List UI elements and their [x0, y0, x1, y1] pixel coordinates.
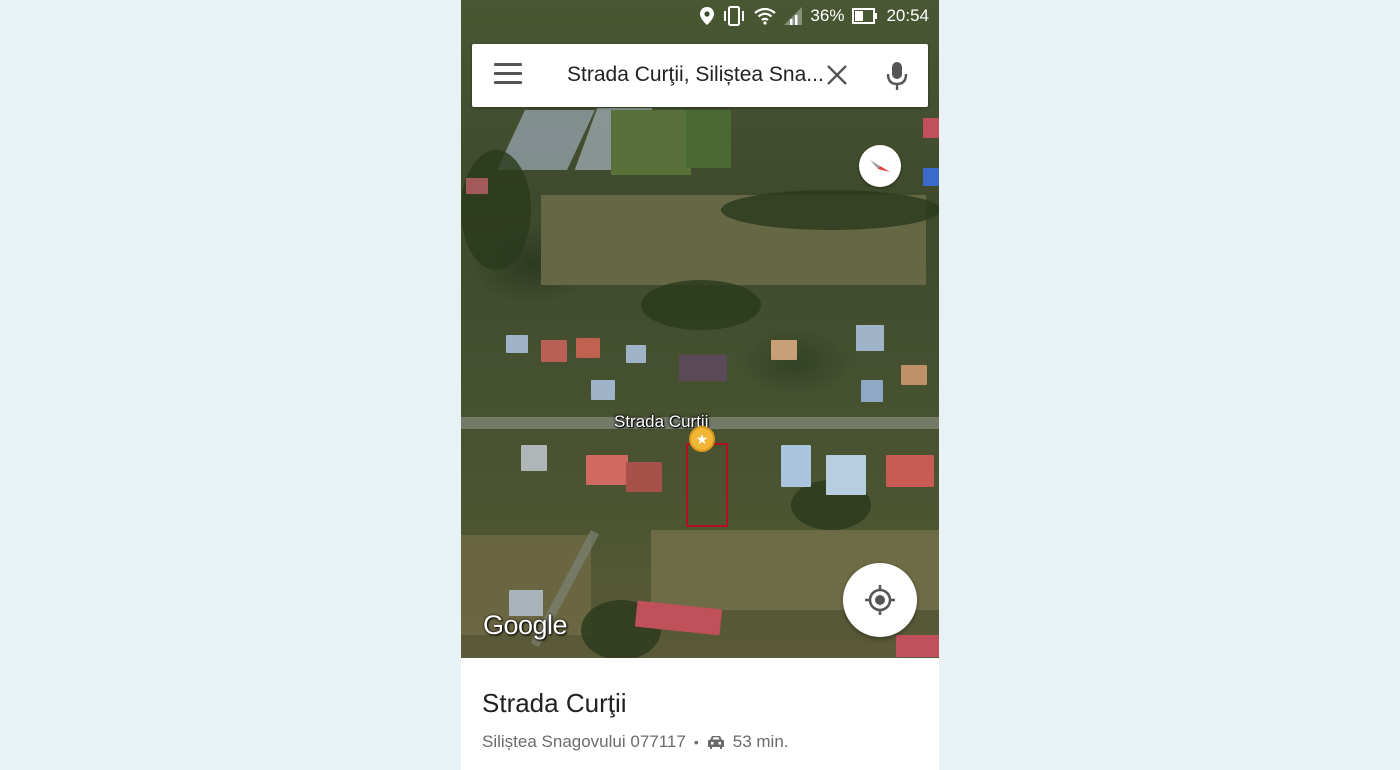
building	[923, 168, 939, 186]
place-address: Siliștea Snagovului 077117	[482, 732, 686, 751]
building	[586, 455, 628, 485]
building	[626, 345, 646, 363]
separator: •	[693, 734, 699, 750]
parcel-outline	[686, 443, 728, 527]
building	[591, 380, 615, 400]
building	[506, 335, 528, 353]
search-input[interactable]: Strada Curţii, Siliștea Sna...	[567, 63, 822, 89]
drive-time: 53 min.	[732, 732, 789, 751]
crop-field	[686, 110, 731, 168]
building	[826, 455, 866, 495]
signal-icon	[784, 7, 803, 25]
star-pin-icon[interactable]: ★	[689, 426, 715, 452]
my-location-button[interactable]	[843, 563, 917, 637]
compass-icon	[870, 160, 890, 172]
compass-button[interactable]	[859, 145, 901, 187]
battery-icon	[852, 8, 878, 24]
battery-percent: 36%	[810, 6, 845, 25]
building	[896, 635, 939, 657]
building	[679, 355, 727, 381]
building	[466, 178, 488, 194]
building	[541, 340, 567, 362]
trees	[721, 190, 939, 230]
crosshair-icon	[865, 585, 895, 615]
phone-screen: Strada Curţii ★ Google 36% 20:54 Strada …	[461, 0, 939, 770]
mic-icon[interactable]	[883, 60, 911, 92]
search-bar: Strada Curţii, Siliștea Sna...	[472, 44, 928, 107]
building	[886, 455, 934, 487]
place-title: Strada Curţii	[482, 688, 627, 718]
building	[521, 445, 547, 471]
trees	[641, 280, 761, 330]
crop-field	[611, 110, 691, 175]
place-details: Siliștea Snagovului 077117 • 53 min.	[482, 732, 789, 752]
building	[781, 445, 811, 487]
building	[626, 462, 662, 492]
building	[771, 340, 797, 360]
vibrate-icon	[724, 6, 745, 26]
building	[861, 380, 883, 402]
menu-icon[interactable]	[494, 63, 522, 87]
clear-icon[interactable]	[824, 62, 850, 88]
clock: 20:54	[886, 6, 929, 25]
building	[576, 338, 600, 358]
building	[923, 118, 939, 138]
wifi-icon	[754, 7, 777, 25]
building	[901, 365, 927, 385]
status-bar: 36% 20:54	[461, 0, 939, 34]
building	[856, 325, 884, 351]
place-sheet[interactable]: Strada Curţii Siliștea Snagovului 077117…	[461, 658, 939, 770]
trees	[461, 150, 531, 270]
car-icon	[707, 736, 724, 749]
location-icon	[700, 7, 715, 25]
google-logo: Google	[483, 610, 568, 640]
